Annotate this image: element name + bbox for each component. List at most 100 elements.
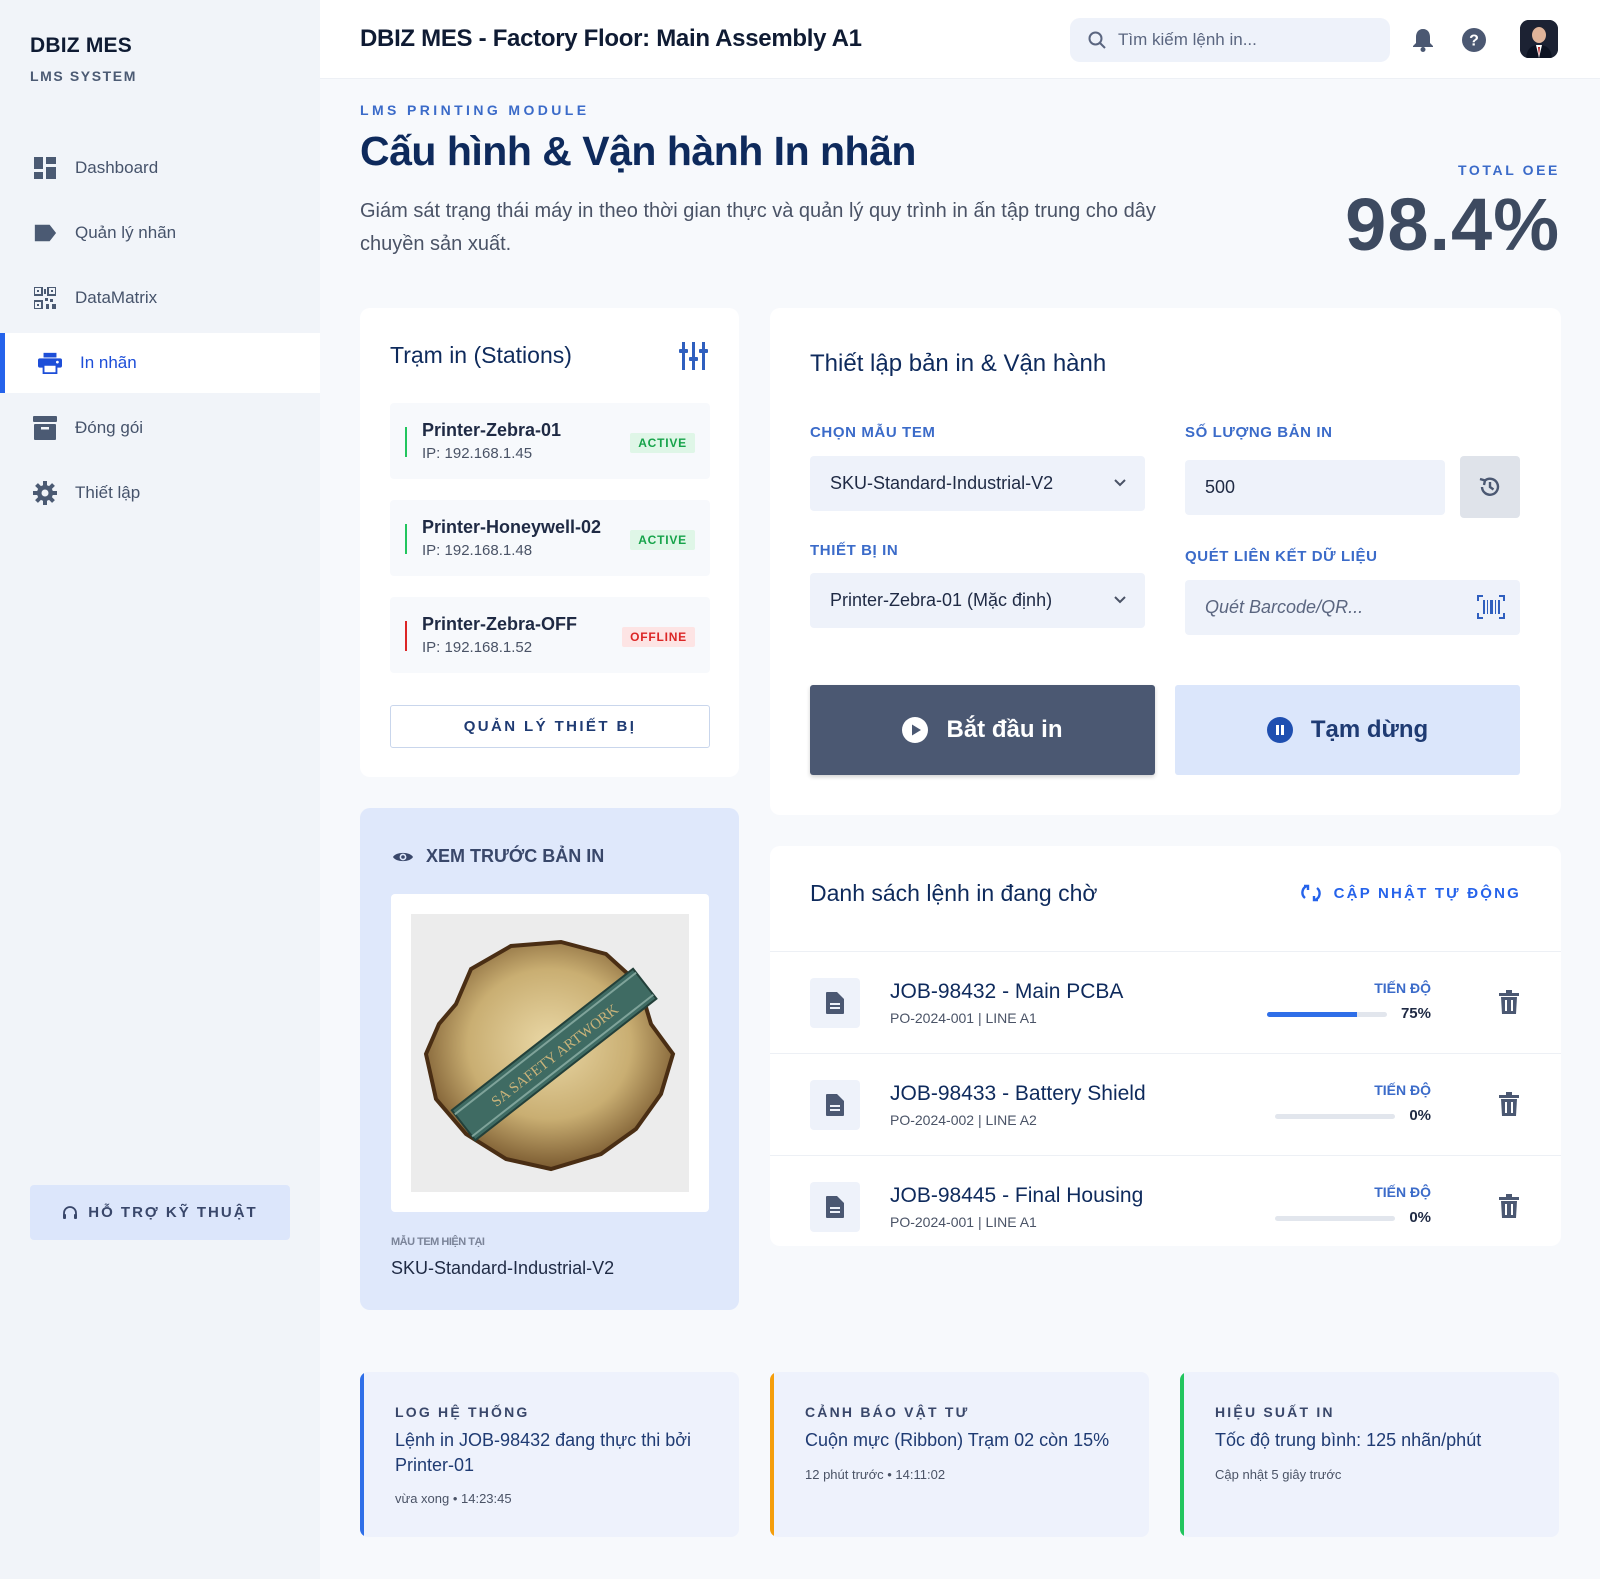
job-row[interactable]: JOB-98445 - Final Housing PO-2024-001 | … <box>770 1155 1561 1257</box>
queue-title: Danh sách lệnh in đang chờ <box>810 880 1098 906</box>
manage-devices-button[interactable]: QUẢN LÝ THIẾT BỊ <box>390 705 710 748</box>
svg-text:?: ? <box>1469 33 1479 50</box>
progress-bar <box>1275 1114 1395 1119</box>
progress-percent: 0% <box>1409 1107 1431 1124</box>
page-description: Giám sát trạng thái máy in theo thời gia… <box>360 200 1156 255</box>
search-box <box>1070 18 1390 62</box>
page-title: Cấu hình & Vận hành In nhãn <box>360 128 916 174</box>
alert-accent <box>1180 1372 1184 1537</box>
setup-title: Thiết lập bản in & Vận hành <box>810 350 1107 377</box>
sidebar-item-label: Đóng gói <box>75 418 144 437</box>
document-icon <box>810 978 860 1028</box>
delete-icon[interactable] <box>1499 1092 1519 1121</box>
sidebar-item-label: Quản lý nhãn <box>75 223 177 242</box>
job-title: JOB-98432 - Main PCBA <box>890 980 1124 1003</box>
status-badge: ACTIVE <box>630 530 695 550</box>
sidebar-item-settings[interactable]: Thiết lập <box>0 463 320 523</box>
job-subtitle: PO-2024-001 | LINE A1 <box>890 1010 1037 1026</box>
alert-time: 12 phút trước • 14:11:02 <box>805 1467 946 1482</box>
template-value: SKU-Standard-Industrial-V2 <box>830 473 1054 493</box>
device-value: Printer-Zebra-01 (Mặc định) <box>830 590 1053 610</box>
station-ip: IP: 192.168.1.45 <box>422 445 533 462</box>
station-item[interactable]: Printer-Zebra-01 IP: 192.168.1.45 ACTIVE <box>390 403 710 479</box>
stations-title: Trạm in (Stations) <box>390 342 572 368</box>
header-title: DBIZ MES - Factory Floor: Main Assembly … <box>360 25 862 52</box>
search-input[interactable] <box>1118 30 1368 50</box>
document-icon <box>810 1182 860 1232</box>
alert-text: Cuộn mực (Ribbon) Trạm 02 còn 15% <box>805 1430 1110 1450</box>
job-row[interactable]: JOB-98433 - Battery Shield PO-2024-002 |… <box>770 1053 1561 1155</box>
sidebar-item-label: DataMatrix <box>75 288 158 307</box>
preview-header: XEM TRƯỚC BẢN IN <box>392 846 604 867</box>
label-icon <box>33 221 57 245</box>
scan-label: QUÉT LIÊN KẾT DỮ LIỆU <box>1185 548 1378 565</box>
search-icon <box>1088 31 1106 49</box>
brand-title: DBIZ MES <box>30 34 132 57</box>
job-title: JOB-98433 - Battery Shield <box>890 1082 1146 1105</box>
station-name: Printer-Zebra-OFF <box>422 614 578 634</box>
document-icon <box>810 1080 860 1130</box>
sidebar-item-label-management[interactable]: Quản lý nhãn <box>0 203 320 263</box>
sidebar-item-dashboard[interactable]: Dashboard <box>0 138 320 198</box>
pause-label: Tạm dừng <box>1310 716 1429 743</box>
sidebar: DBIZ MES LMS SYSTEM Dashboard Quản lý nh… <box>0 0 320 1579</box>
print-performance-card: HIỆU SUẤT IN Tốc độ trung bình: 125 nhãn… <box>1180 1372 1559 1537</box>
help-icon[interactable]: ? <box>1462 28 1486 57</box>
device-select[interactable]: Printer-Zebra-01 (Mặc định) <box>810 573 1145 628</box>
tune-icon[interactable] <box>679 342 709 375</box>
chevron-down-icon <box>1114 479 1126 487</box>
sidebar-item-datamatrix[interactable]: DataMatrix <box>0 268 320 328</box>
user-avatar[interactable] <box>1520 20 1558 58</box>
oee-value: 98.4% <box>1345 183 1560 266</box>
bell-icon[interactable] <box>1412 28 1434 57</box>
current-template-value: SKU-Standard-Industrial-V2 <box>391 1258 615 1278</box>
progress-label: TIẾN ĐỘ <box>1374 1082 1431 1098</box>
auto-update-toggle[interactable]: CẬP NHẬT TỰ ĐỘNG <box>1300 882 1521 904</box>
status-indicator <box>405 621 407 651</box>
status-indicator <box>405 427 407 457</box>
pause-button[interactable]: Tạm dừng <box>1175 685 1520 775</box>
alert-label: HIỆU SUẤT IN <box>1215 1404 1335 1420</box>
progress-fill <box>1267 1012 1357 1017</box>
progress-percent: 75% <box>1400 1005 1431 1022</box>
sidebar-item-label: In nhãn <box>80 353 137 372</box>
quantity-label: SỐ LƯỢNG BẢN IN <box>1185 424 1333 441</box>
top-header: DBIZ MES - Factory Floor: Main Assembly … <box>320 0 1600 79</box>
station-name: Printer-Zebra-01 <box>422 420 562 440</box>
sidebar-item-print-labels[interactable]: In nhãn <box>0 333 320 393</box>
sidebar-item-label: Dashboard <box>75 158 159 177</box>
progress-label: TIẾN ĐỘ <box>1374 980 1431 996</box>
sidebar-nav: Dashboard Quản lý nhãn DataMatrix In nhã… <box>0 138 320 528</box>
station-item[interactable]: Printer-Honeywell-02 IP: 192.168.1.48 AC… <box>390 500 710 576</box>
start-label: Bắt đầu in <box>946 716 1063 743</box>
status-badge: ACTIVE <box>630 433 695 453</box>
history-button[interactable] <box>1460 456 1520 518</box>
sidebar-item-packaging[interactable]: Đóng gói <box>0 398 320 458</box>
quantity-input[interactable] <box>1205 477 1425 498</box>
brand: DBIZ MES LMS SYSTEM <box>30 34 137 84</box>
station-ip: IP: 192.168.1.52 <box>422 639 533 656</box>
job-subtitle: PO-2024-002 | LINE A2 <box>890 1112 1037 1128</box>
alert-text: Lệnh in JOB-98432 đang thực thi bởi Prin… <box>395 1430 692 1475</box>
scan-input[interactable] <box>1205 597 1425 618</box>
alert-time: Cập nhật 5 giây trước <box>1215 1467 1342 1482</box>
barcode-scanner-icon[interactable] <box>1477 595 1505 624</box>
stations-card: Trạm in (Stations) Printer-Zebra-01 IP: … <box>360 308 739 777</box>
alert-time: vừa xong • 14:23:45 <box>395 1491 512 1506</box>
job-row[interactable]: JOB-98432 - Main PCBA PO-2024-001 | LINE… <box>770 951 1561 1053</box>
progress-bar <box>1267 1012 1387 1017</box>
module-eyebrow: LMS PRINTING MODULE <box>360 102 590 118</box>
play-icon <box>902 717 929 743</box>
technical-support-button[interactable]: HỖ TRỢ KỸ THUẬT <box>30 1185 290 1240</box>
template-select[interactable]: SKU-Standard-Industrial-V2 <box>810 456 1145 511</box>
delete-icon[interactable] <box>1499 990 1519 1019</box>
start-print-button[interactable]: Bắt đầu in <box>810 685 1155 775</box>
status-badge: OFFLINE <box>622 627 695 647</box>
alert-label: LOG HỆ THỐNG <box>395 1404 530 1420</box>
print-queue-card: Danh sách lệnh in đang chờ CẬP NHẬT TỰ Đ… <box>770 846 1561 1246</box>
headset-icon <box>63 1205 78 1219</box>
station-item[interactable]: Printer-Zebra-OFF IP: 192.168.1.52 OFFLI… <box>390 597 710 673</box>
supply-warning-card: CẢNH BÁO VẬT TƯ Cuộn mực (Ribbon) Trạm 0… <box>770 1372 1149 1537</box>
delete-icon[interactable] <box>1499 1194 1519 1223</box>
support-label: HỖ TRỢ KỸ THUẬT <box>88 1204 258 1221</box>
